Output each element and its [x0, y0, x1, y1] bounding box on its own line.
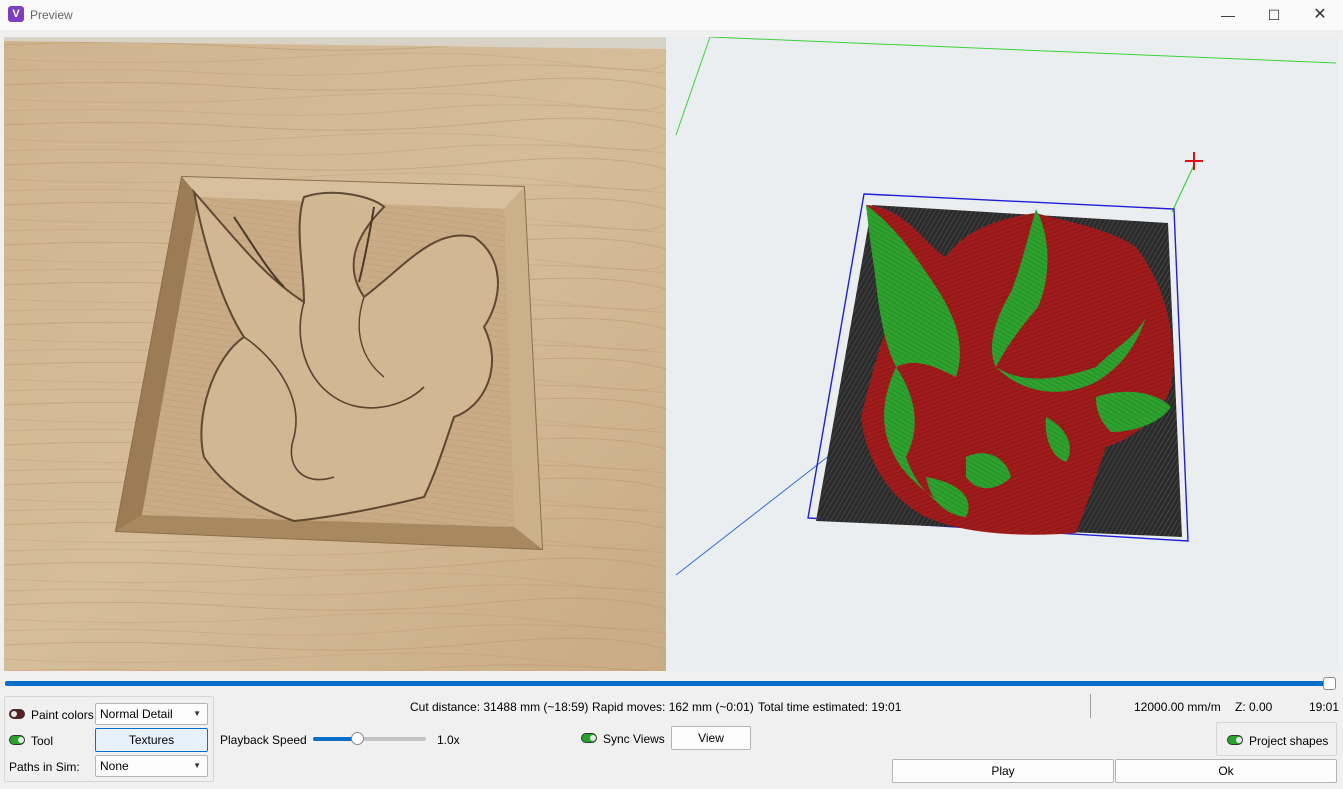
z-value-text: Z: 0.00	[1235, 700, 1273, 714]
axis-line-green	[675, 37, 711, 136]
paint-colors-toggle[interactable]	[9, 709, 25, 719]
axis-line-blue	[675, 454, 831, 576]
minimize-icon: —	[1221, 7, 1235, 23]
playback-speed-handle[interactable]	[351, 732, 364, 745]
cut-distance-text: Cut distance: 31488 mm (~18:59)	[410, 700, 589, 714]
paths-in-sim-label: Paths in Sim:	[9, 760, 80, 774]
sync-views-toggle[interactable]	[581, 733, 597, 743]
wood-carving-render	[4, 37, 666, 671]
tool-toggle[interactable]	[9, 735, 25, 745]
chevron-down-icon: ▼	[193, 709, 201, 718]
view-button[interactable]: View	[671, 726, 751, 750]
paths-in-sim-select[interactable]: None ▼	[95, 755, 208, 777]
toolpath-render	[675, 37, 1337, 576]
paths-in-sim-value: None	[100, 759, 129, 773]
playback-speed-value: 1.0x	[437, 733, 460, 747]
play-button[interactable]: Play	[892, 759, 1114, 783]
preview-window: { "window": { "title": "Preview", "icon"…	[0, 0, 1343, 789]
stats-divider	[1090, 694, 1091, 718]
chevron-down-icon: ▼	[193, 761, 201, 770]
origin-marker-icon	[1185, 152, 1203, 170]
maximize-button[interactable]: ☐	[1251, 0, 1297, 30]
elapsed-time-text: 19:01	[1309, 700, 1340, 714]
close-icon: ✕	[1313, 6, 1327, 23]
textures-button[interactable]: Textures	[95, 728, 208, 752]
feed-rate-text: 12000.00 mm/m	[1134, 700, 1221, 714]
minimize-button[interactable]: —	[1205, 0, 1251, 30]
title-bar: V Preview — ☐ ✕	[0, 0, 1343, 30]
app-logo-icon: V	[8, 6, 24, 22]
close-button[interactable]: ✕	[1297, 0, 1343, 30]
total-time-text: Total time estimated: 19:01	[758, 700, 902, 714]
tool-label: Tool	[31, 734, 54, 748]
playback-progress-handle[interactable]	[1323, 677, 1336, 690]
detail-select[interactable]: Normal Detail ▼	[95, 703, 208, 725]
playback-speed-label: Playback Speed	[220, 733, 307, 747]
project-shapes-label: Project shapes	[1249, 734, 1329, 748]
paint-colors-label: Paint colors	[31, 708, 94, 722]
rendered-3d-view[interactable]	[4, 37, 666, 671]
rapid-moves-text: Rapid moves: 162 mm (~0:01)	[592, 700, 754, 714]
toolpath-view[interactable]	[666, 37, 1339, 671]
ok-button[interactable]: Ok	[1115, 759, 1337, 783]
project-shapes-toggle[interactable]	[1227, 735, 1243, 745]
window-title: Preview	[30, 8, 73, 22]
sync-views-label: Sync Views	[603, 732, 665, 746]
detail-select-value: Normal Detail	[100, 707, 173, 721]
maximize-icon: ☐	[1267, 7, 1281, 23]
playback-progress-track[interactable]	[5, 681, 1336, 686]
